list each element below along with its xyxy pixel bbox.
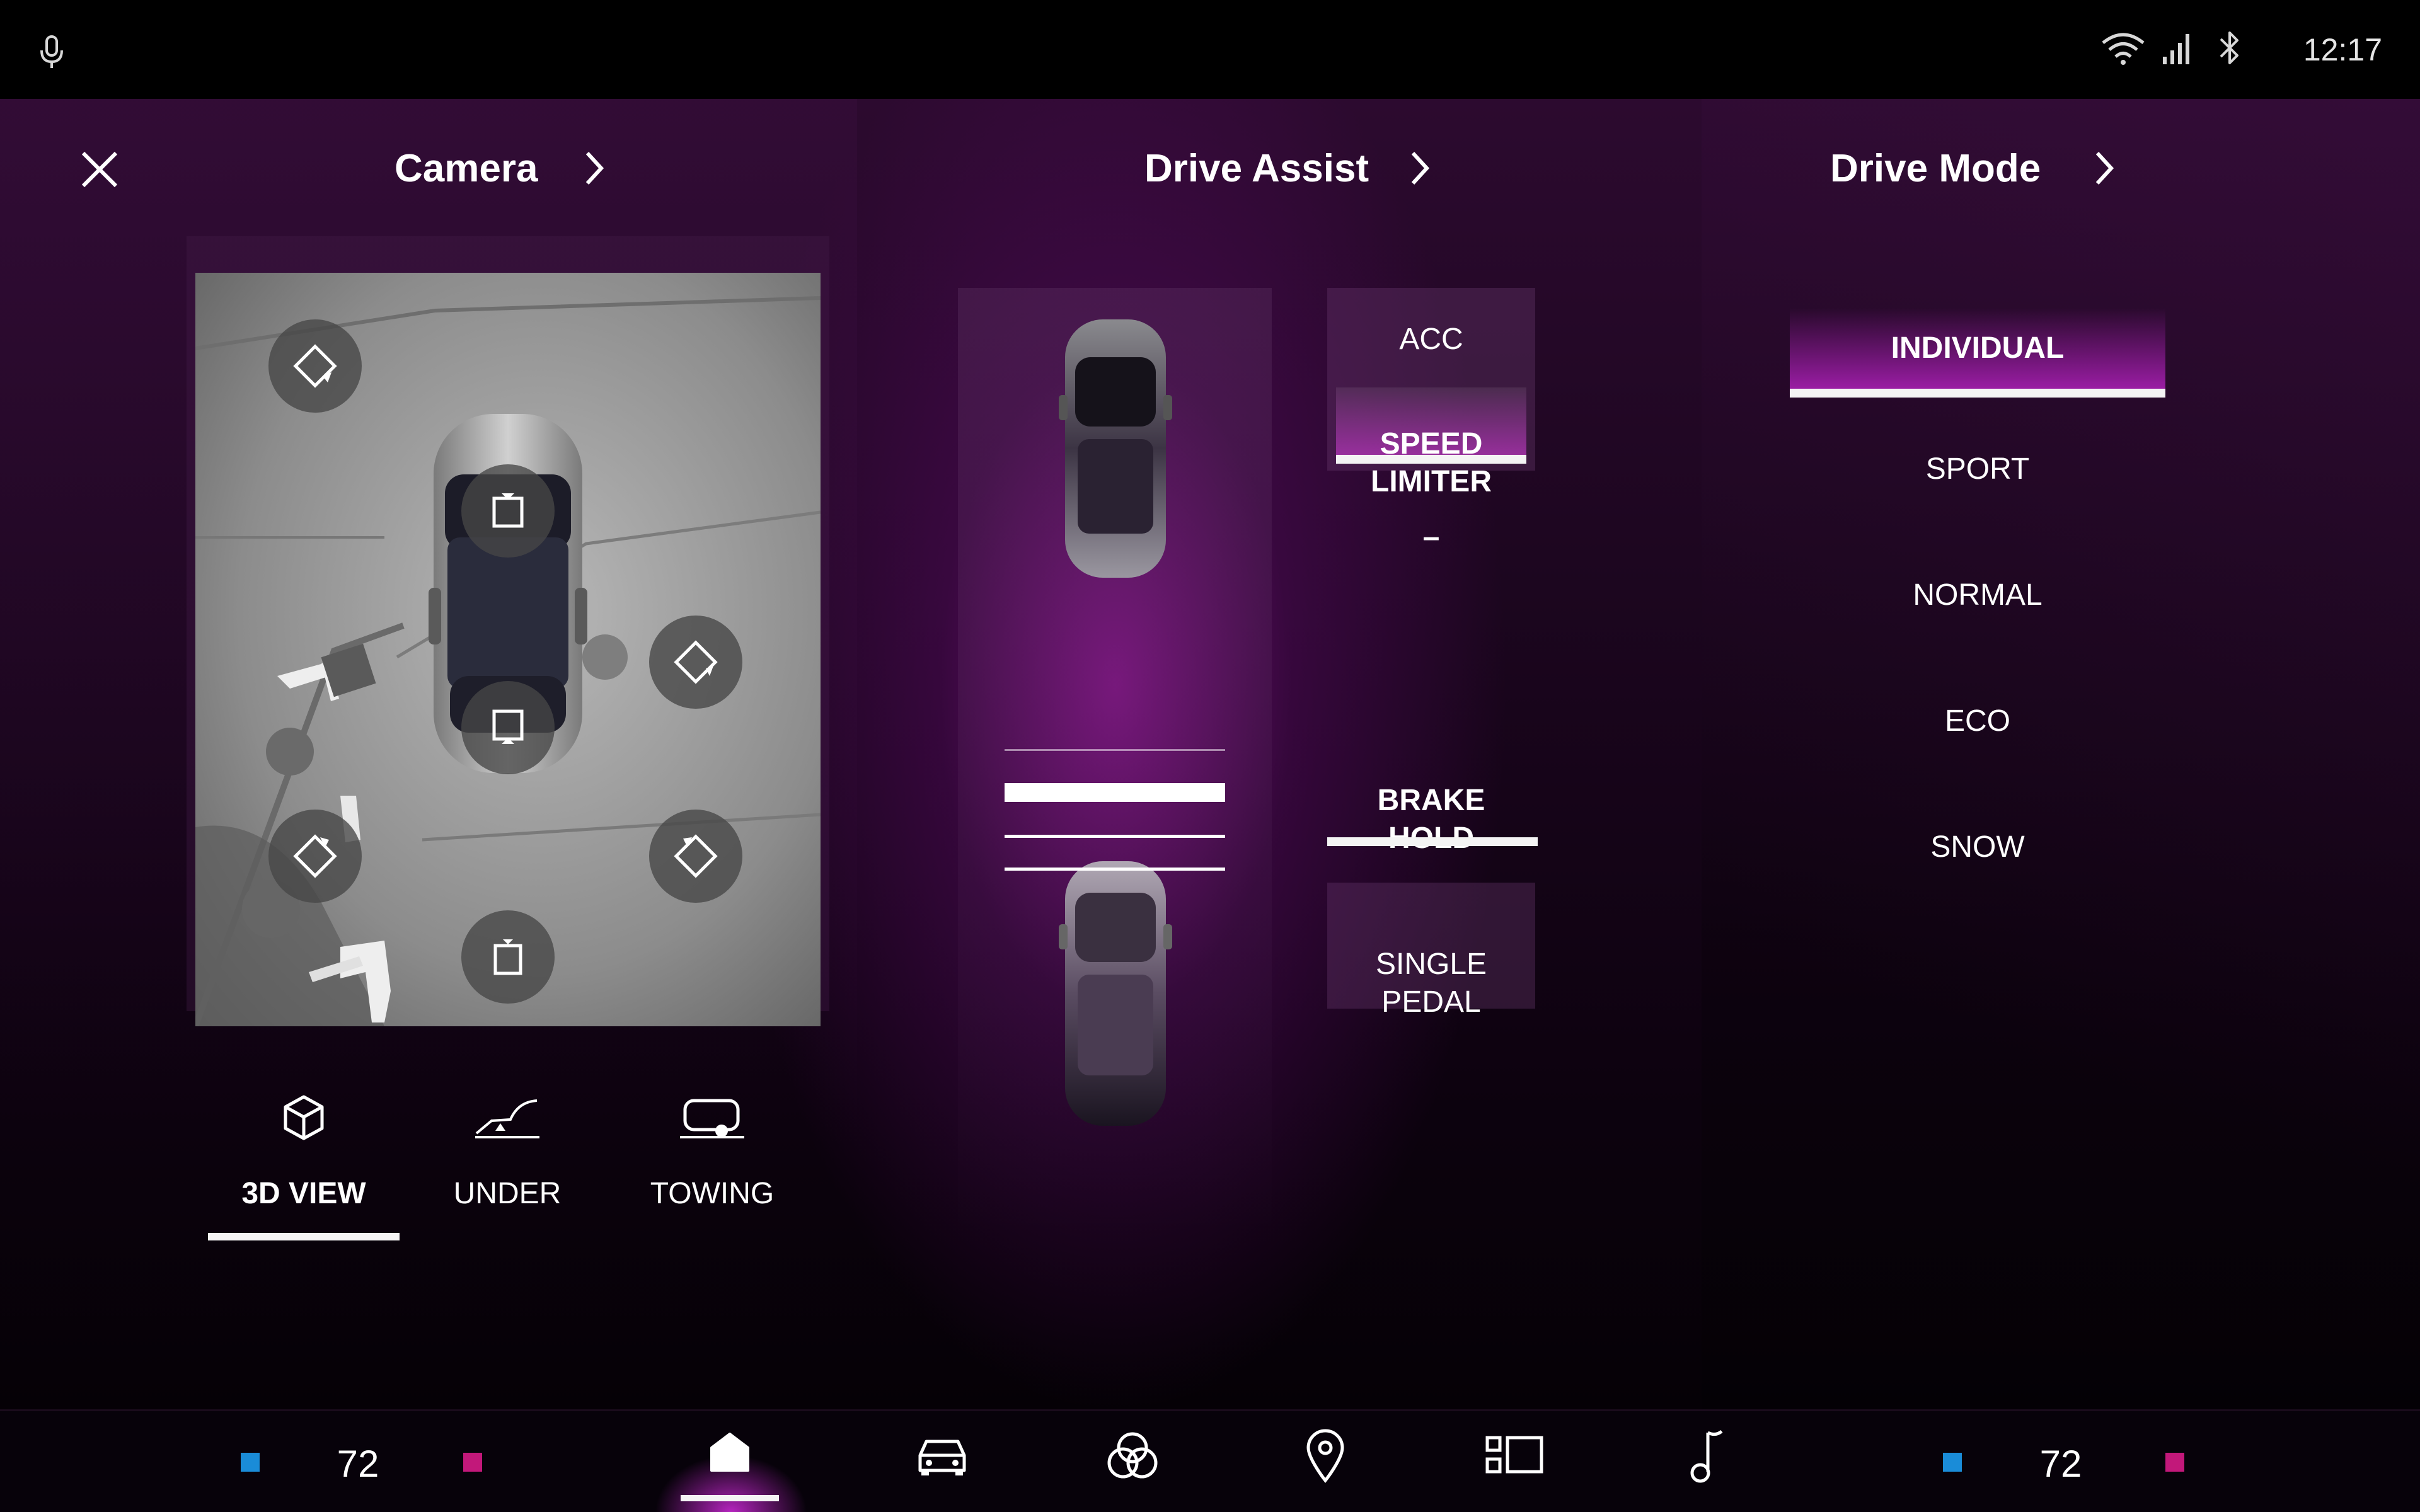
- distance-level-2[interactable]: [1005, 835, 1225, 838]
- bluetooth-icon: [2220, 32, 2238, 64]
- camera-right-button[interactable]: [649, 616, 742, 709]
- distance-level-1[interactable]: [1005, 868, 1225, 871]
- brake-hold-active-indicator: [1327, 837, 1538, 846]
- drive-mode-active-indicator: [1790, 389, 2165, 398]
- camera-chevron-right-icon[interactable]: [581, 149, 606, 187]
- camera-mode-towing[interactable]: TOWING: [637, 1093, 788, 1244]
- drive-mode-eco[interactable]: ECO: [1790, 681, 2165, 762]
- camera-mode-label: 3D VIEW: [241, 1177, 366, 1210]
- camera-rear-left-icon: [293, 834, 337, 878]
- drive-mode-chevron-right-icon[interactable]: [2091, 149, 2116, 187]
- lead-car-icon: [1059, 319, 1172, 578]
- right-temperature[interactable]: 72: [2020, 1439, 2102, 1489]
- main-area: Camera 3D VIEW UNDER TOWING Drive Assist…: [0, 99, 2420, 1409]
- left-temp-down-indicator[interactable]: [241, 1453, 260, 1472]
- drive-assist-options: ACC SPEED LIMITER – BRAKE HOLD SINGLE PE…: [1327, 288, 1538, 1107]
- camera-top-rear-icon: [492, 709, 524, 744]
- drive-mode-snow[interactable]: SNOW: [1790, 807, 2165, 888]
- assist-divider: –: [1422, 520, 1440, 554]
- camera-rear-right-icon: [674, 834, 718, 878]
- drive-assist-title[interactable]: Drive Assist: [1144, 144, 1369, 194]
- microphone-icon[interactable]: [38, 35, 66, 69]
- camera-rear-left-button[interactable]: [268, 810, 362, 903]
- distance-level-3-selected[interactable]: [1005, 783, 1225, 802]
- left-temperature[interactable]: 72: [317, 1439, 399, 1489]
- camera-top-front-icon: [492, 493, 524, 528]
- distance-level-4[interactable]: [1005, 749, 1225, 751]
- camera-title[interactable]: Camera: [395, 144, 538, 194]
- bottom-nav-bar: 72 72: [0, 1409, 2420, 1512]
- under-view-icon: [475, 1099, 539, 1138]
- camera-mode-active-indicator: [208, 1233, 400, 1240]
- camera-mode-3d-view[interactable]: 3D VIEW: [208, 1093, 400, 1244]
- camera-mode-label: UNDER: [453, 1177, 562, 1210]
- status-bar: 12:17: [0, 0, 2420, 99]
- own-car-icon: [1059, 861, 1172, 1126]
- home-icon[interactable]: [708, 1430, 752, 1474]
- speed-limiter-button[interactable]: SPEED LIMITER: [1336, 387, 1526, 498]
- camera-mode-under[interactable]: UNDER: [429, 1093, 586, 1244]
- camera-rear-button[interactable]: [461, 910, 555, 1004]
- home-active-indicator: [681, 1495, 779, 1501]
- drive-mode-normal[interactable]: NORMAL: [1790, 555, 2165, 636]
- right-temp-down-indicator[interactable]: [1943, 1453, 1962, 1472]
- close-icon[interactable]: [76, 146, 124, 193]
- camera-top-front-button[interactable]: [461, 464, 555, 558]
- camera-top-rear-button[interactable]: [461, 681, 555, 774]
- right-temp-up-indicator[interactable]: [2165, 1453, 2184, 1472]
- brake-hold-button[interactable]: BRAKE HOLD: [1327, 744, 1535, 855]
- apps-icon[interactable]: [1485, 1434, 1545, 1478]
- camera-mode-label: TOWING: [650, 1177, 775, 1210]
- single-pedal-button[interactable]: SINGLE PEDAL: [1327, 883, 1535, 1019]
- camera-rear-icon: [493, 939, 522, 975]
- camera-right-icon: [674, 640, 718, 684]
- cube-icon: [284, 1095, 324, 1140]
- camera-rear-right-button[interactable]: [649, 810, 742, 903]
- wifi-icon: [2102, 33, 2145, 65]
- drive-mode-individual[interactable]: INDIVIDUAL: [1790, 308, 2165, 389]
- navigation-pin-icon[interactable]: [1303, 1428, 1347, 1484]
- drive-mode-sport[interactable]: SPORT: [1790, 429, 2165, 510]
- cellular-signal-icon: [2163, 34, 2189, 64]
- left-temp-up-indicator[interactable]: [463, 1453, 482, 1472]
- music-note-icon[interactable]: [1688, 1428, 1726, 1484]
- trailer-icon: [680, 1099, 744, 1138]
- drive-assist-chevron-right-icon[interactable]: [1407, 149, 1432, 187]
- drive-mode-title[interactable]: Drive Mode: [1830, 144, 2041, 194]
- acc-distance-visual: [958, 288, 1272, 1233]
- media-sources-icon[interactable]: [1104, 1430, 1161, 1480]
- camera-front-left-button[interactable]: [268, 319, 362, 413]
- speed-limiter-active-indicator: [1336, 455, 1526, 464]
- camera-view: [195, 273, 821, 1026]
- camera-front-left-icon: [293, 344, 337, 388]
- acc-button[interactable]: ACC: [1327, 288, 1535, 376]
- clock: 12:17: [2303, 32, 2382, 67]
- car-icon[interactable]: [914, 1433, 971, 1477]
